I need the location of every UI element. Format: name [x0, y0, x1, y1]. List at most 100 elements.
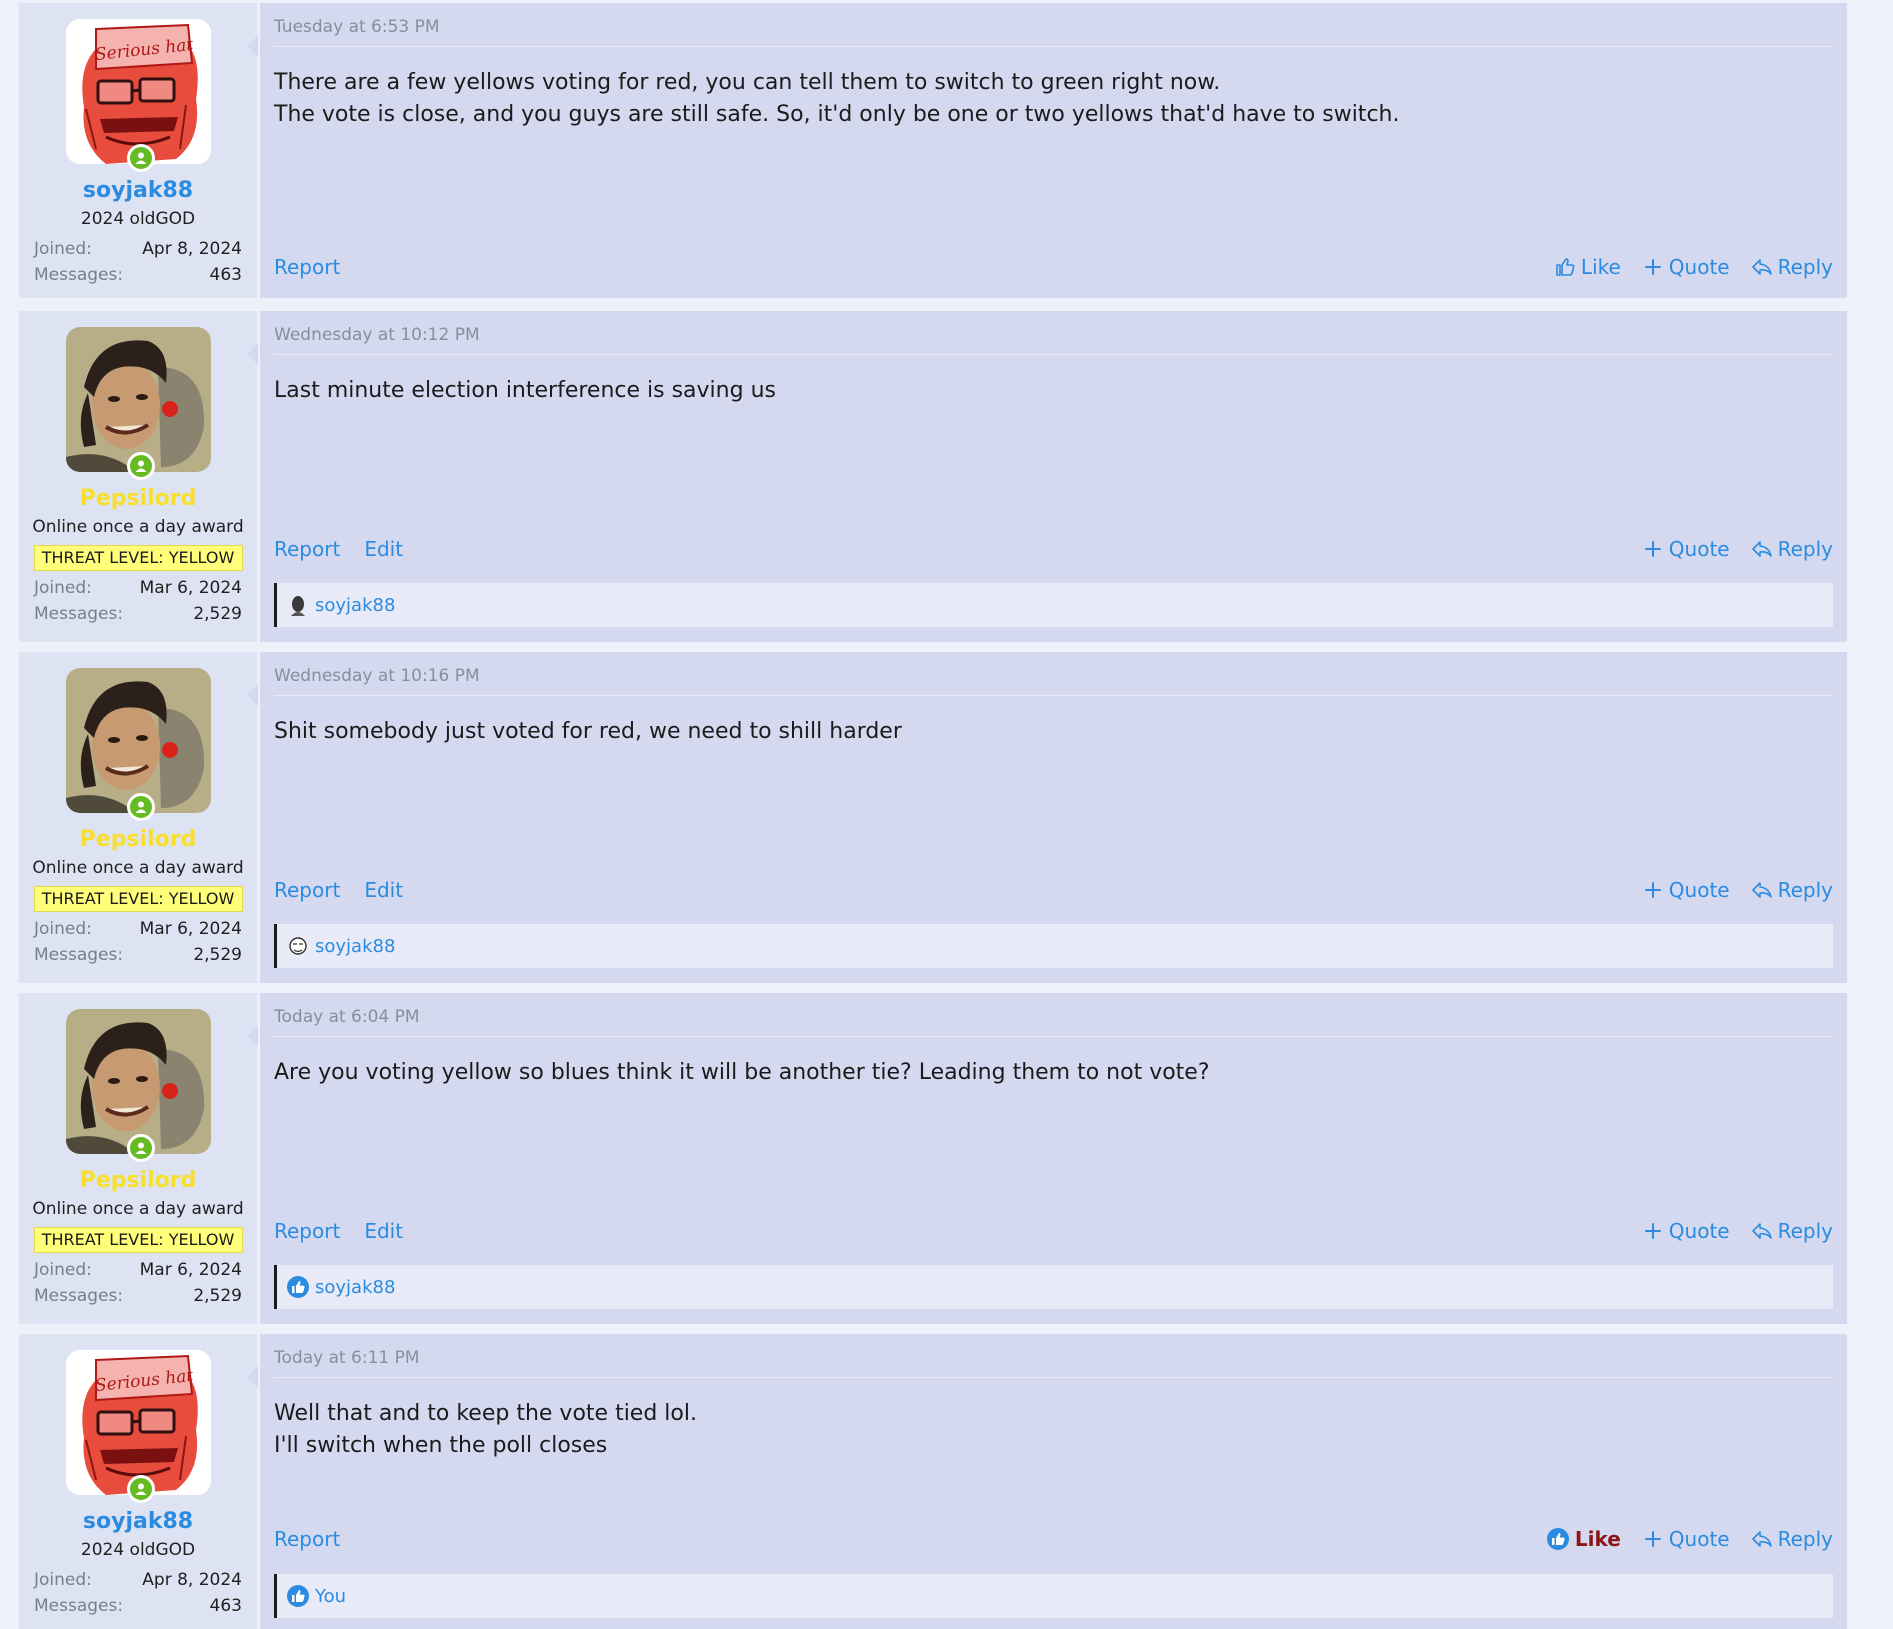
reaction-user[interactable]: You	[315, 1586, 346, 1607]
quote-button[interactable]: Quote	[1643, 1527, 1730, 1551]
edit-link[interactable]: Edit	[364, 878, 403, 902]
post-main-cell: Today at 6:04 PM Are you voting yellow s…	[260, 993, 1847, 1324]
joined-value: Apr 8, 2024	[142, 1570, 242, 1590]
post: Pepsilord Online once a day award THREAT…	[19, 311, 1847, 642]
post-body: Well that and to keep the vote tied lol.…	[274, 1398, 1833, 1462]
post-line: I'll switch when the poll closes	[274, 1433, 608, 1458]
report-link[interactable]: Report	[274, 537, 340, 561]
reply-label: Reply	[1777, 255, 1833, 279]
reply-button[interactable]: Reply	[1752, 878, 1833, 902]
reply-icon	[1752, 1529, 1772, 1549]
messages-value[interactable]: 2,529	[193, 942, 242, 968]
online-status-icon	[126, 144, 155, 172]
reply-button[interactable]: Reply	[1752, 255, 1833, 279]
user-title: 2024 oldGOD	[80, 209, 196, 229]
plus-icon	[1643, 539, 1663, 559]
post: Pepsilord Online once a day award THREAT…	[19, 652, 1847, 983]
messages-value[interactable]: 2,529	[193, 601, 242, 627]
post-actions: Report Edit Quote Reply	[274, 1216, 1833, 1246]
user-stats: Joined: Mar 6, 2024 Messages: 2,529	[19, 571, 257, 627]
avatar[interactable]	[65, 327, 211, 472]
reaction-user[interactable]: soyjak88	[315, 1277, 395, 1298]
post-main-cell: Tuesday at 6:53 PM There are a few yello…	[260, 3, 1847, 298]
plus-icon	[1643, 880, 1663, 900]
avatar[interactable]	[65, 19, 211, 164]
user-stats: Joined: Mar 6, 2024 Messages: 2,529	[19, 912, 257, 968]
report-link[interactable]: Report	[274, 1527, 340, 1551]
post-date[interactable]: Wednesday at 10:12 PM	[274, 325, 1833, 355]
post-date[interactable]: Tuesday at 6:53 PM	[274, 17, 1833, 47]
messages-value[interactable]: 463	[210, 262, 242, 288]
post-arrow	[247, 1366, 258, 1388]
post-date[interactable]: Today at 6:04 PM	[274, 1007, 1833, 1037]
user-title: Online once a day award	[32, 517, 244, 537]
reply-button[interactable]: Reply	[1752, 537, 1833, 561]
post-date[interactable]: Wednesday at 10:16 PM	[274, 666, 1833, 696]
post-line: Shit somebody just voted for red, we nee…	[274, 719, 902, 744]
report-link[interactable]: Report	[274, 878, 340, 902]
reaction-user[interactable]: soyjak88	[315, 595, 395, 616]
online-status-icon	[126, 1475, 155, 1503]
quote-button[interactable]: Quote	[1643, 537, 1730, 561]
messages-label: Messages:	[34, 265, 124, 285]
reply-icon	[1752, 257, 1772, 277]
post-arrow	[247, 343, 258, 365]
avatar[interactable]	[65, 668, 211, 813]
joined-value: Mar 6, 2024	[139, 1260, 242, 1280]
post-arrow	[247, 684, 258, 706]
reply-label: Reply	[1777, 1219, 1833, 1243]
edit-link[interactable]: Edit	[364, 1219, 403, 1243]
joined-label: Joined:	[34, 239, 92, 259]
username[interactable]: Pepsilord	[19, 1166, 257, 1196]
post-body: Last minute election interference is sav…	[274, 375, 1833, 407]
reactions-bar[interactable]: You	[274, 1574, 1833, 1618]
reactions-bar[interactable]: soyjak88	[274, 583, 1833, 627]
reply-button[interactable]: Reply	[1752, 1527, 1833, 1551]
messages-value[interactable]: 2,529	[193, 1283, 242, 1309]
post-main-cell: Today at 6:11 PM Well that and to keep t…	[260, 1334, 1847, 1629]
joined-value: Mar 6, 2024	[139, 578, 242, 598]
post: Pepsilord Online once a day award THREAT…	[19, 993, 1847, 1324]
reactions-bar[interactable]: soyjak88	[274, 924, 1833, 968]
user-banner: THREAT LEVEL: YELLOW	[33, 1227, 243, 1253]
like-button[interactable]: Like	[1547, 1527, 1621, 1551]
report-link[interactable]: Report	[274, 1219, 340, 1243]
avatar[interactable]	[65, 1009, 211, 1154]
joined-value: Mar 6, 2024	[139, 919, 242, 939]
edit-link[interactable]: Edit	[364, 537, 403, 561]
reply-label: Reply	[1777, 878, 1833, 902]
messages-label: Messages:	[34, 945, 124, 965]
quote-button[interactable]: Quote	[1643, 255, 1730, 279]
quote-label: Quote	[1668, 1527, 1730, 1551]
messages-label: Messages:	[34, 1286, 124, 1306]
thumbs-up-filled-icon	[1547, 1528, 1569, 1550]
plus-icon	[1643, 257, 1663, 277]
like-reaction-icon	[287, 1276, 309, 1298]
post: soyjak88 2024 oldGOD Joined: Apr 8, 2024 …	[19, 1334, 1847, 1629]
like-label: Like	[1580, 255, 1621, 279]
username[interactable]: soyjak88	[19, 176, 257, 206]
post-actions: Report Edit Quote Reply	[274, 534, 1833, 564]
joined-label: Joined:	[34, 1570, 92, 1590]
quote-label: Quote	[1668, 255, 1730, 279]
reaction-user[interactable]: soyjak88	[315, 936, 395, 957]
like-label: Like	[1574, 1527, 1621, 1551]
thumbs-up-icon	[1555, 257, 1575, 277]
post-user-cell: soyjak88 2024 oldGOD Joined: Apr 8, 2024 …	[19, 1334, 258, 1629]
post-actions: Report Like Quote Reply	[274, 252, 1833, 282]
user-title: Online once a day award	[32, 858, 244, 878]
reply-button[interactable]: Reply	[1752, 1219, 1833, 1243]
post-date[interactable]: Today at 6:11 PM	[274, 1348, 1833, 1378]
username[interactable]: Pepsilord	[19, 825, 257, 855]
username[interactable]: soyjak88	[19, 1507, 257, 1537]
messages-value[interactable]: 463	[210, 1593, 242, 1619]
quote-button[interactable]: Quote	[1643, 878, 1730, 902]
username[interactable]: Pepsilord	[19, 484, 257, 514]
quote-button[interactable]: Quote	[1643, 1219, 1730, 1243]
avatar[interactable]	[65, 1350, 211, 1495]
post-arrow	[247, 1025, 258, 1047]
reactions-bar[interactable]: soyjak88	[274, 1265, 1833, 1309]
like-button[interactable]: Like	[1555, 255, 1621, 279]
report-link[interactable]: Report	[274, 255, 340, 279]
joined-label: Joined:	[34, 1260, 92, 1280]
